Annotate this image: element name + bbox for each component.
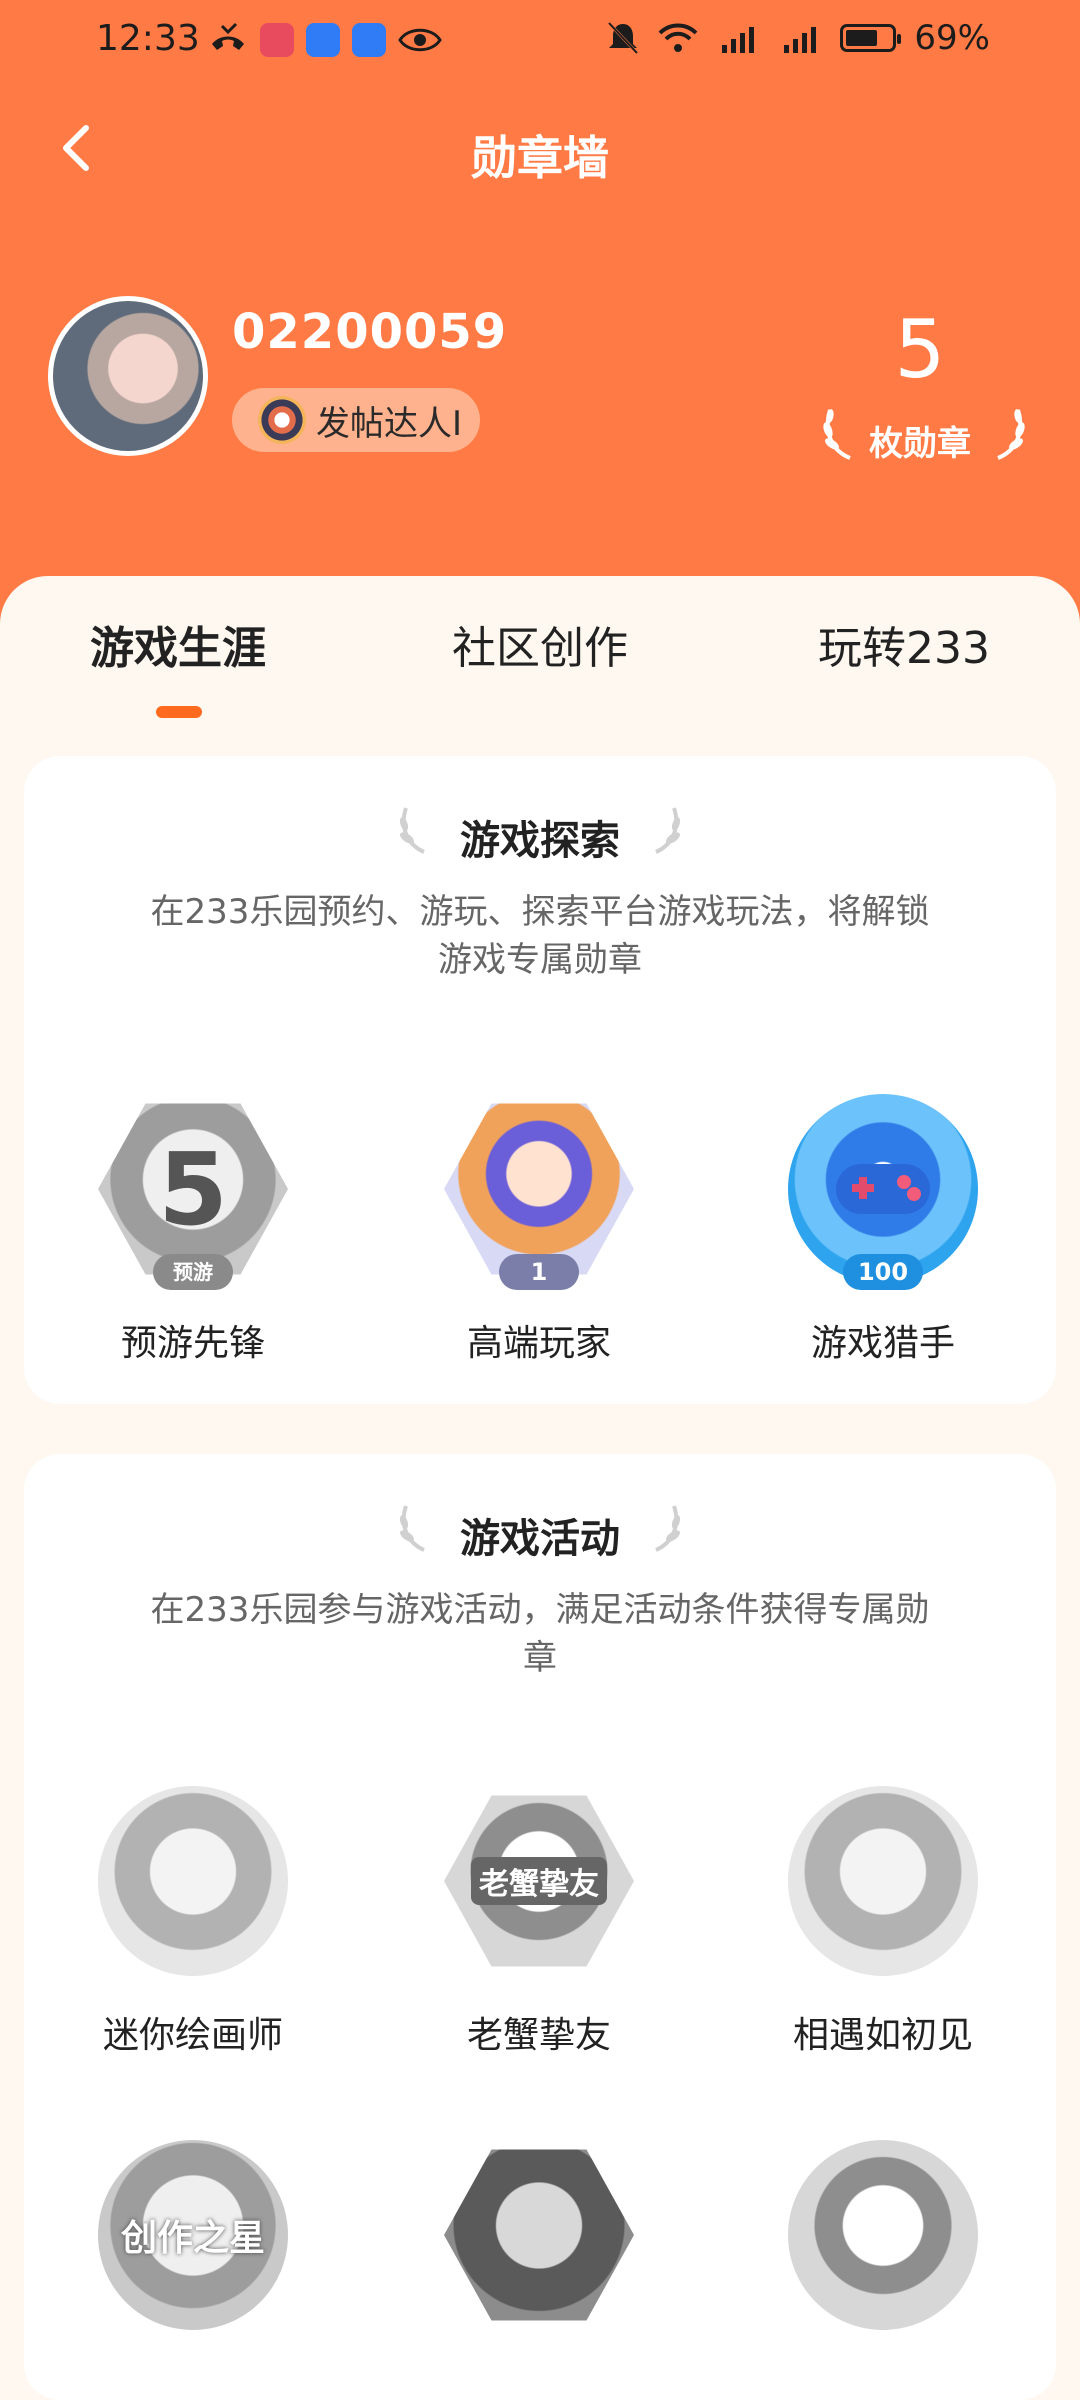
bell-muted-icon [608, 21, 639, 55]
badge-item[interactable]: 1 高端玩家 [424, 1094, 654, 1366]
section-game-activities: 游戏活动 在233乐园参与游戏活动，满足活动条件获得专属勋章 迷你绘画师 老蟹挚… [24, 1454, 1056, 2400]
badge-item[interactable] [768, 2140, 998, 2330]
tab-play-233[interactable]: 玩转233 [818, 612, 990, 676]
worn-badge-label: 发帖达人I [316, 403, 463, 444]
status-time: 12:33 [96, 18, 200, 59]
battery-icon [840, 24, 902, 52]
laurel-left-icon [399, 1505, 425, 1552]
section-game-explore: 游戏探索 在233乐园预约、游玩、探索平台游戏玩法，将解锁游戏专属勋章 5 预游… [24, 756, 1056, 1404]
baidu-app-icon [306, 23, 340, 57]
badge-item[interactable] [424, 2140, 654, 2330]
tab-game-career[interactable]: 游戏生涯 [90, 612, 266, 676]
badge-level: 1 [499, 1254, 579, 1290]
badge-item[interactable]: 相遇如初见 [768, 1786, 998, 2058]
badge-name: 游戏猎手 [810, 1323, 955, 1364]
status-right-icons: 69% [606, 18, 990, 58]
laurel-right-icon [997, 409, 1025, 460]
wifi-icon [659, 23, 698, 52]
laurel-right-icon [655, 807, 681, 854]
huawei-app-icon [260, 23, 294, 57]
avatar[interactable] [48, 296, 208, 456]
burger-badge-icon: 老蟹挚友 [444, 1795, 634, 1967]
badge-item[interactable]: 5 预游 预游先锋 [78, 1094, 308, 1366]
section-title: 游戏活动 [399, 1505, 681, 1564]
painter-girl-badge-icon [98, 1786, 288, 1976]
signal-4g-icon-2 [784, 27, 817, 53]
section-title-text: 游戏探索 [460, 818, 620, 864]
badge-item[interactable]: 100 游戏猎手 [768, 1094, 998, 1366]
princess-badge-icon [788, 2140, 978, 2330]
section-title-text: 游戏活动 [460, 1516, 620, 1562]
active-tab-indicator [156, 706, 202, 718]
anime-girl-badge-icon [788, 1786, 978, 1976]
badge-sub-label: 预游 [153, 1254, 233, 1290]
laurel-right-icon [655, 1505, 681, 1552]
missed-call-icon [212, 22, 244, 50]
creation-star-badge-icon: 创作之星 [98, 2140, 288, 2330]
badge-item[interactable]: 创作之星 [78, 2140, 308, 2330]
tab-community-creation[interactable]: 社区创作 [452, 612, 628, 676]
badge-name: 预游先锋 [120, 1323, 265, 1364]
user-id: 02200059 [232, 304, 508, 360]
signal-4g-icon [722, 27, 755, 53]
medal-count: 5 [894, 303, 946, 396]
page-title: 勋章墙 [471, 131, 609, 185]
section-title: 游戏探索 [399, 807, 681, 866]
badge-name: 相遇如初见 [792, 2015, 973, 2056]
battery-percent: 69% [914, 18, 990, 58]
gamepad-icon [836, 1164, 930, 1214]
laurel-left-icon [399, 807, 425, 854]
worn-badge-tag[interactable]: 发帖达人I [232, 388, 480, 452]
badge-name: 高端玩家 [466, 1323, 611, 1364]
badge-thumbnail-icon [258, 396, 306, 444]
badge-item[interactable]: 迷你绘画师 [78, 1786, 308, 2058]
section-description: 在233乐园参与游戏活动，满足活动条件获得专属勋章 [150, 1590, 930, 1678]
baidu-app-icon-2 [352, 23, 386, 57]
section-description: 在233乐园预约、游玩、探索平台游戏玩法，将解锁游戏专属勋章 [150, 892, 930, 980]
badge-name: 老蟹挚友 [466, 2015, 611, 2056]
badge-level: 100 [843, 1254, 923, 1290]
status-bar: 12:33 69% [0, 0, 1080, 80]
battery-fill [846, 30, 877, 46]
status-left-icons [208, 22, 442, 58]
eye-icon [398, 28, 442, 52]
heroes-badge-icon [444, 2149, 634, 2321]
badge-item[interactable]: 老蟹挚友 老蟹挚友 [424, 1786, 654, 2058]
badge-name: 迷你绘画师 [102, 2015, 283, 2056]
